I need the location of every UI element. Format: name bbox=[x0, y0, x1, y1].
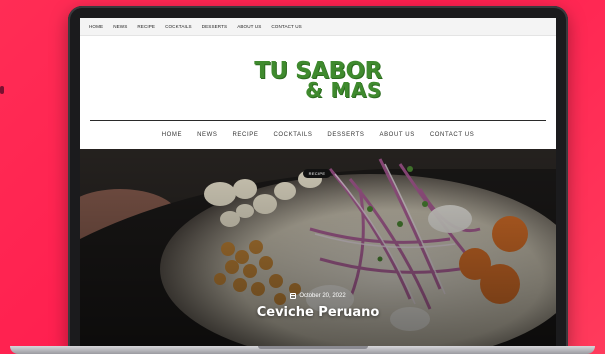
site-header: TU SABOR & MAS bbox=[80, 36, 556, 120]
mainnav-cocktails[interactable]: COCKTAILS bbox=[273, 132, 312, 138]
mainnav-about-us[interactable]: ABOUT US bbox=[379, 132, 414, 138]
topnav-contact-us[interactable]: CONTACT US bbox=[271, 24, 301, 29]
post-date: October 20, 2022 bbox=[80, 293, 556, 299]
browser-screen: HOME NEWS RECIPE COCKTAILS DESSERTS ABOU… bbox=[80, 18, 556, 350]
post-date-text: October 20, 2022 bbox=[299, 293, 346, 299]
top-navigation-bar: HOME NEWS RECIPE COCKTAILS DESSERTS ABOU… bbox=[80, 18, 556, 36]
post-title[interactable]: Ceviche Peruano bbox=[80, 305, 556, 320]
logo-line-2: & MAS bbox=[305, 78, 382, 103]
topnav-cocktails[interactable]: COCKTAILS bbox=[165, 24, 192, 29]
calendar-icon bbox=[290, 293, 297, 299]
topnav-news[interactable]: NEWS bbox=[113, 24, 127, 29]
topnav-about-us[interactable]: ABOUT US bbox=[237, 24, 261, 29]
topnav-home[interactable]: HOME bbox=[89, 24, 103, 29]
category-badge[interactable]: RECIPE bbox=[303, 169, 331, 178]
topnav-desserts[interactable]: DESSERTS bbox=[202, 24, 227, 29]
laptop-frame: HOME NEWS RECIPE COCKTAILS DESSERTS ABOU… bbox=[68, 6, 568, 350]
mainnav-home[interactable]: HOME bbox=[162, 132, 182, 138]
edge-marker bbox=[0, 86, 4, 94]
mainnav-contact-us[interactable]: CONTACT US bbox=[430, 132, 474, 138]
laptop-base-notch bbox=[258, 346, 368, 349]
main-navigation: HOME NEWS RECIPE COCKTAILS DESSERTS ABOU… bbox=[80, 121, 556, 149]
mainnav-news[interactable]: NEWS bbox=[197, 132, 217, 138]
site-logo[interactable]: TU SABOR & MAS bbox=[254, 59, 382, 103]
mainnav-recipe[interactable]: RECIPE bbox=[233, 132, 259, 138]
topnav-recipe[interactable]: RECIPE bbox=[137, 24, 155, 29]
featured-post-hero[interactable]: RECIPE October 20, 2022 Ceviche Peruano bbox=[80, 149, 556, 350]
mainnav-desserts[interactable]: DESSERTS bbox=[327, 132, 364, 138]
